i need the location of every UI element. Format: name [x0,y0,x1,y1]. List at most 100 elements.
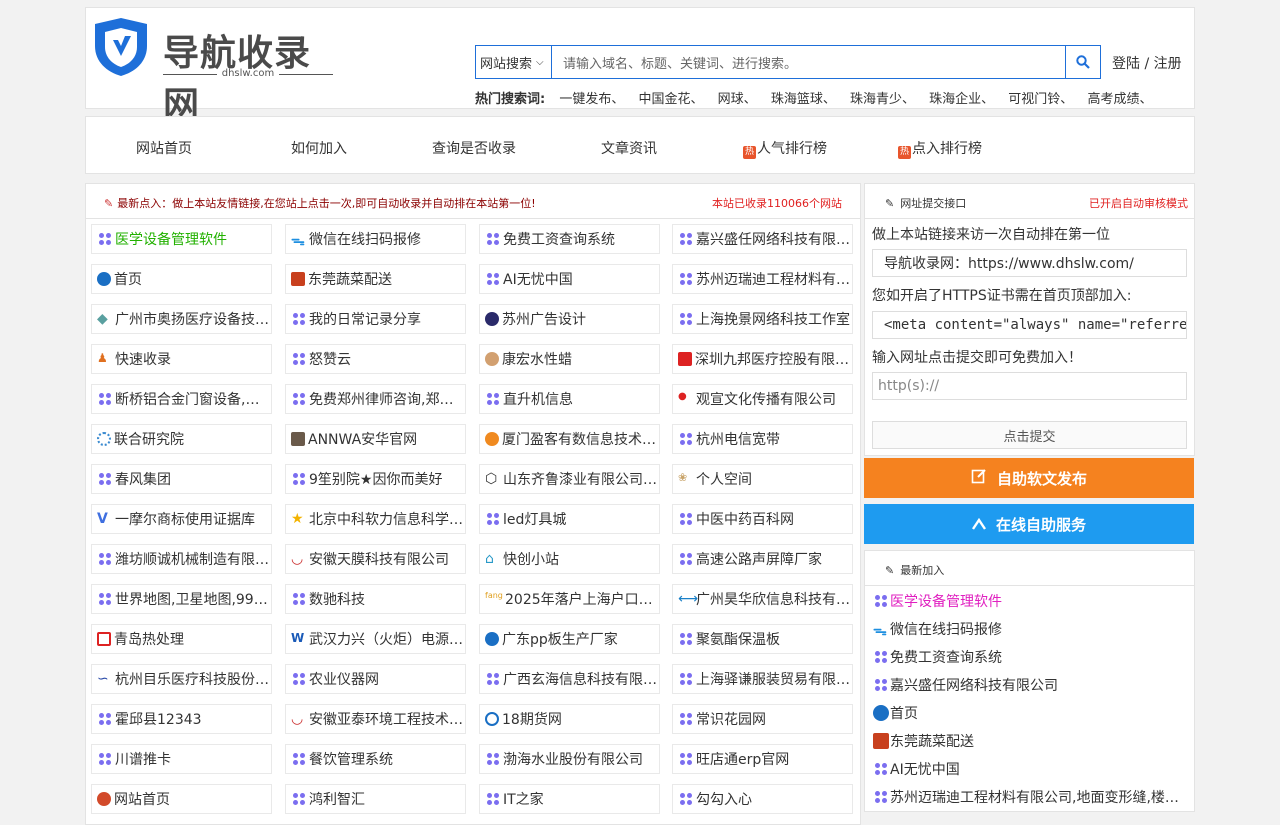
site-link[interactable]: 18期货网 [479,704,660,734]
nav-how-to-join[interactable]: 如何加入 [291,138,347,158]
site-link[interactable]: ⬡ 山东齐鲁漆业有限公司官网 [479,464,660,494]
site-link[interactable]: V 一摩尔商标使用证据库 [91,504,272,534]
site-link[interactable]: 广西玄海信息科技有限公司 [479,664,660,694]
site-link[interactable]: ♟ 快速收录 [91,344,272,374]
latest-site-link[interactable]: 东莞蔬菜配送 [873,731,1188,751]
hot-word[interactable]: 网球、 [718,92,757,107]
latest-site-link[interactable]: 苏州迈瑞迪工程材料有限公司,地面变形缝,楼面变形缝 [873,787,1188,807]
register-link[interactable]: 注册 [1154,56,1182,72]
site-link-field[interactable]: 导航收录网：https://www.dhslw.com/ [872,249,1187,277]
hot-search-label: 热门搜索词: [475,92,546,107]
submit-button[interactable]: 点击提交 [872,421,1187,449]
site-link[interactable]: ᯓ 微信在线扫码报修 [285,224,466,254]
site-link[interactable]: ★ 北京中科软力信息科学研究院 [285,504,466,534]
site-link[interactable]: W 武汉力兴（火炬）电源有限公司 [285,624,466,654]
site-link[interactable]: 常识花园网 [672,704,853,734]
url-input[interactable]: http(s):// [872,372,1187,400]
site-link[interactable]: 数驰科技 [285,584,466,614]
site-link[interactable]: 首页 [91,264,272,294]
site-link[interactable]: 厦门盈客有数信息技术有限公司 [479,424,660,454]
login-link[interactable]: 登陆 [1112,56,1140,72]
hot-word[interactable]: 珠海企业、 [929,92,994,107]
site-link[interactable]: ∽ 杭州目乐医疗科技股份有限公司 [91,664,272,694]
hot-word[interactable]: 高考成绩、 [1087,92,1152,107]
site-link[interactable]: 川谱推卡 [91,744,272,774]
site-link[interactable]: ◆ 广州市奥扬医疗设备技术有限公司 [91,304,272,334]
search-input[interactable]: 请输入域名、标题、关键词、进行搜索。 [551,45,1066,79]
latest-site-link[interactable]: 免费工资查询系统 [873,647,1188,667]
online-service-button[interactable]: 在线自助服务 [864,504,1194,544]
site-link[interactable]: fang 2025年落户上海户口政策 [479,584,660,614]
nav-check-indexed[interactable]: 查询是否收录 [432,138,516,158]
site-link[interactable]: 联合研究院 [91,424,272,454]
latest-site-link[interactable]: 嘉兴盛任网络科技有限公司 [873,675,1188,695]
site-link[interactable]: 医学设备管理软件 [91,224,272,254]
site-link[interactable]: 高速公路声屏障厂家 [672,544,853,574]
nav-home[interactable]: 网站首页 [136,138,192,158]
site-link[interactable]: ◡ 安徽天膜科技有限公司 [285,544,466,574]
site-link[interactable]: 苏州迈瑞迪工程材料有限公司 [672,264,853,294]
site-link-label: led灯具城 [503,512,567,528]
latest-site-link[interactable]: ᯓ 微信在线扫码报修 [873,619,1188,639]
site-link[interactable]: 勾勾入心 [672,784,853,814]
hot-search-words: 热门搜索词: 一键发布、 中国金花、 网球、 珠海篮球、 珠海青少、 珠海企业、… [475,88,1162,107]
site-link-label: ANNWA安华官网 [308,432,418,448]
site-link[interactable]: led灯具城 [479,504,660,534]
site-link[interactable]: 广东pp板生产厂家 [479,624,660,654]
site-link[interactable]: 上海驿谦服装贸易有限公司 [672,664,853,694]
site-link[interactable]: 苏州广告设计 [479,304,660,334]
site-link[interactable]: ⟷广州昊华欣信息科技有限公司 [672,584,853,614]
site-link[interactable]: 杭州电信宽带 [672,424,853,454]
site-link[interactable]: 霍邱县12343 [91,704,272,734]
site-link[interactable]: 春风集团 [91,464,272,494]
site-link[interactable]: 深圳九邦医疗控股有限公司 [672,344,853,374]
site-link[interactable]: 世界地图,卫星地图,999地图网 [91,584,272,614]
hot-word[interactable]: 中国金花、 [639,92,704,107]
hot-word[interactable]: 珠海篮球、 [771,92,836,107]
latest-site-link[interactable]: 医学设备管理软件 [873,591,1188,611]
site-link[interactable]: 东莞蔬菜配送 [285,264,466,294]
site-link[interactable]: 渤海水业股份有限公司 [479,744,660,774]
site-link[interactable]: ANNWA安华官网 [285,424,466,454]
site-link[interactable]: 旺店通erp官网 [672,744,853,774]
app-dots-icon [873,677,889,693]
site-link[interactable]: 餐饮管理系统 [285,744,466,774]
site-link[interactable]: 网站首页 [91,784,272,814]
site-logo[interactable]: 导航收录网 dhslw.com [91,14,333,126]
site-link[interactable]: 聚氨酯保温板 [672,624,853,654]
site-link[interactable]: 免费工资查询系统 [479,224,660,254]
site-link[interactable]: 直升机信息 [479,384,660,414]
site-link[interactable]: ● 观宣文化传播有限公司 [672,384,853,414]
latest-site-link[interactable]: AI无忧中国 [873,759,1188,779]
publish-article-button[interactable]: 自助软文发布 [864,458,1194,498]
site-link[interactable]: 9笙别院★因你而美好 [285,464,466,494]
site-link[interactable]: AI无忧中国 [479,264,660,294]
nav-articles[interactable]: 文章资讯 [601,138,657,158]
meta-tag-field[interactable]: <meta content="always" name="referrer"> [872,311,1187,339]
nav-clickin-rank[interactable]: 热点入排行榜 [898,138,982,159]
site-link[interactable]: 农业仪器网 [285,664,466,694]
site-link[interactable]: 断桥铝合金门窗设备,断桥铝门窗设备厂家 [91,384,272,414]
site-link[interactable]: ❀ 个人空间 [672,464,853,494]
site-link[interactable]: 潍坊顺诚机械制造有限公司 [91,544,272,574]
site-link[interactable]: IT之家 [479,784,660,814]
site-link[interactable]: 鸿利智汇 [285,784,466,814]
hot-word[interactable]: 可视门铃、 [1008,92,1073,107]
hot-word[interactable]: 一键发布、 [559,92,624,107]
site-link[interactable]: 中医中药百科网 [672,504,853,534]
nav-popularity-rank[interactable]: 热人气排行榜 [743,138,827,159]
site-link[interactable]: 嘉兴盛任网络科技有限公司 [672,224,853,254]
pin-icon: ✎ [885,197,895,210]
site-link[interactable]: 上海挽景网络科技工作室 [672,304,853,334]
search-button[interactable] [1065,45,1101,79]
latest-site-link[interactable]: 首页 [873,703,1188,723]
site-link[interactable]: 青岛热处理 [91,624,272,654]
search-type-select[interactable]: 网站搜索 ⌵ [475,45,551,79]
site-link[interactable]: 我的日常记录分享 [285,304,466,334]
site-link[interactable]: 康宏水性蜡 [479,344,660,374]
site-link[interactable]: 怒赞云 [285,344,466,374]
site-link[interactable]: ◡ 安徽亚泰环境工程技术有限公司 [285,704,466,734]
hot-word[interactable]: 珠海青少、 [850,92,915,107]
site-link[interactable]: ⌂ 快创小站 [479,544,660,574]
site-link[interactable]: 免费郑州律师咨询,郑州律师在线 [285,384,466,414]
